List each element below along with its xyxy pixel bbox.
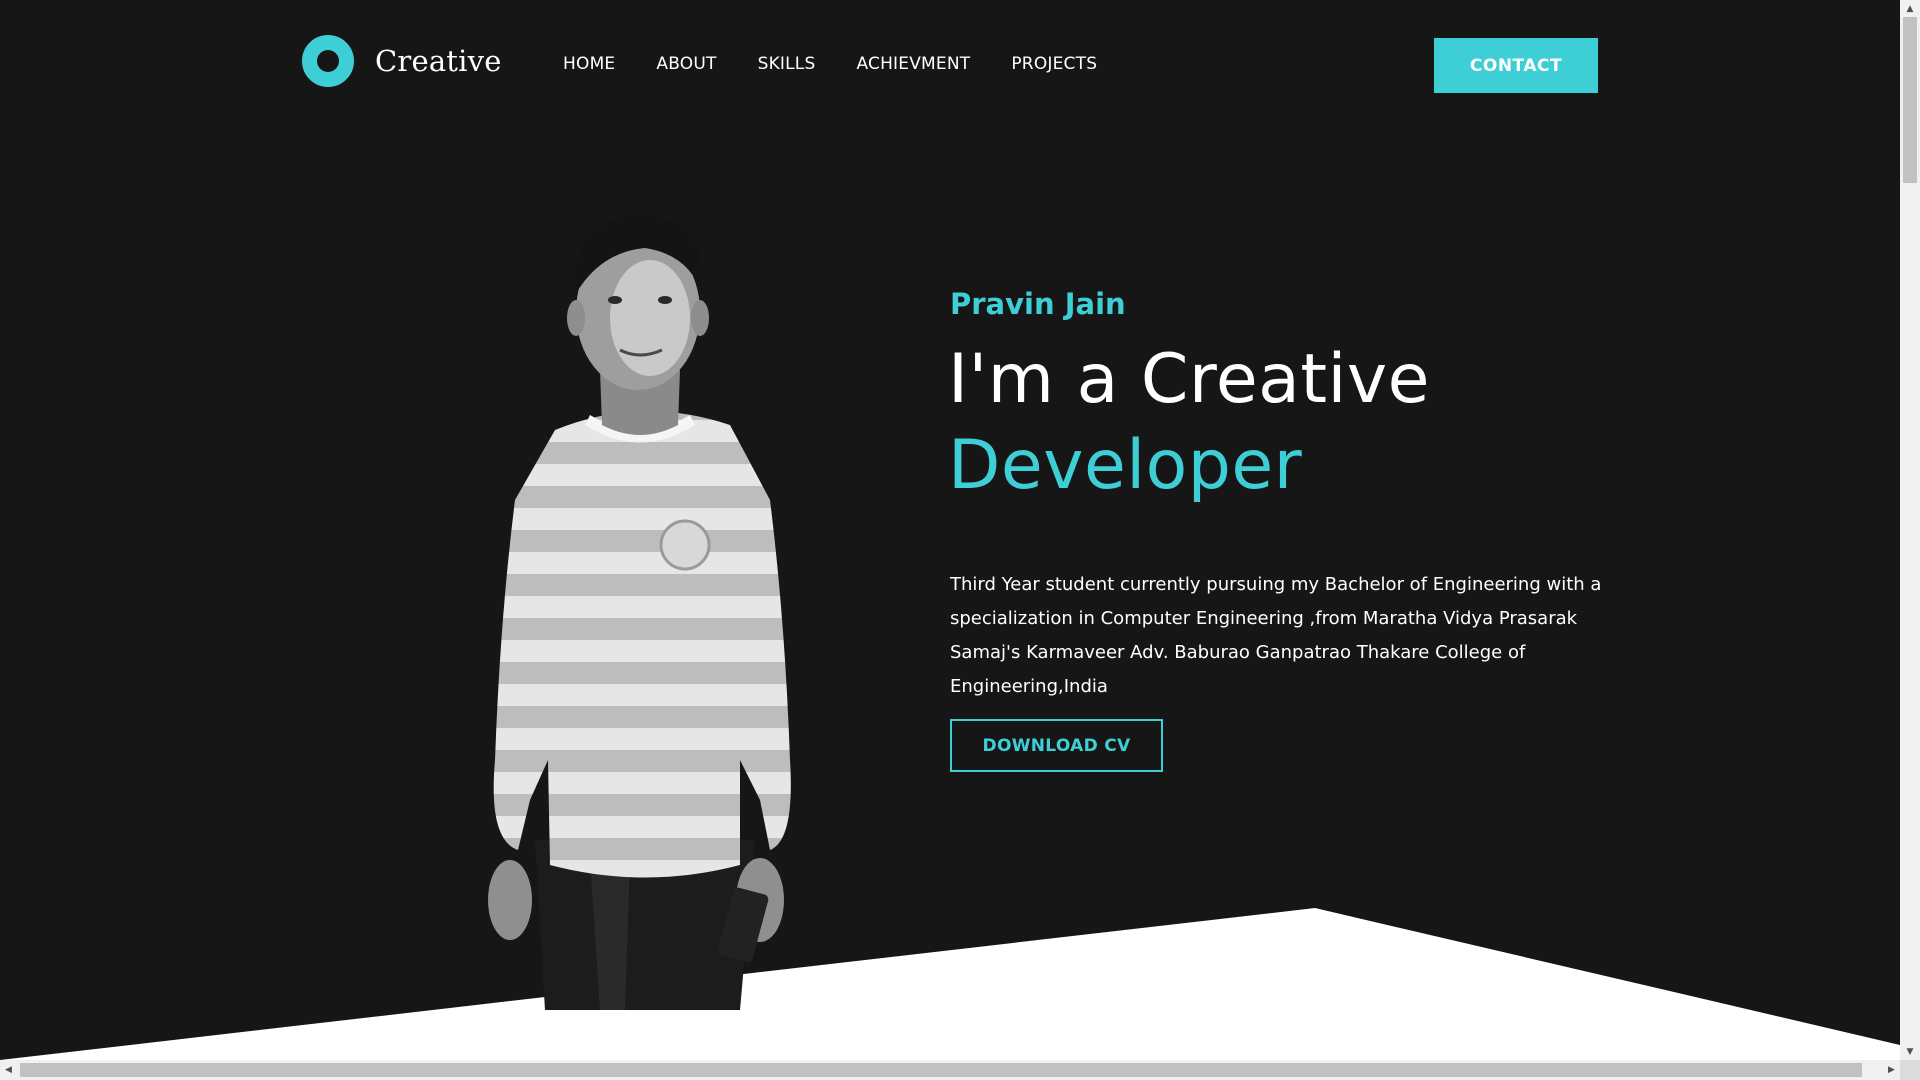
portrait-photo [488,215,791,1010]
hero-headline-line1: I'm a Creative [948,340,1430,419]
contact-button[interactable]: CONTACT [1434,38,1598,93]
horizontal-scrollbar[interactable]: ◀ ▶ [0,1060,1900,1080]
scroll-left-icon[interactable]: ◀ [0,1060,17,1080]
hero-name: Pravin Jain [950,287,1126,321]
vertical-scroll-thumb[interactable] [1903,17,1917,183]
scroll-down-icon[interactable]: ▼ [1900,1043,1920,1060]
nav-item-projects[interactable]: PROJECTS [1011,54,1097,74]
nav-item-achievment[interactable]: ACHIEVMENT [856,54,970,74]
scroll-right-icon[interactable]: ▶ [1883,1060,1900,1080]
scroll-up-icon[interactable]: ▲ [1900,0,1920,17]
nav-item-about[interactable]: ABOUT [656,54,716,74]
main-nav: HOME ABOUT SKILLS ACHIEVMENT PROJECTS [563,54,1097,74]
nav-item-skills[interactable]: SKILLS [758,54,816,74]
hero-description: Third Year student currently pursuing my… [950,574,1602,697]
site-logo[interactable]: Creative [302,35,502,87]
nav-item-home[interactable]: HOME [563,54,615,74]
hero-headline-line2: Developer [948,426,1303,505]
scrollbar-corner [1900,1060,1920,1080]
logo-text: Creative [375,44,502,78]
bottom-wedge-shape [0,908,1900,1060]
page-viewport: Creative HOME ABOUT SKILLS ACHIEVMENT PR… [0,0,1900,1060]
logo-ring-icon [302,35,354,87]
vertical-scrollbar[interactable]: ▲ ▼ [1900,0,1920,1060]
horizontal-scroll-thumb[interactable] [20,1063,1862,1077]
download-cv-button[interactable]: DOWNLOAD CV [950,719,1163,772]
